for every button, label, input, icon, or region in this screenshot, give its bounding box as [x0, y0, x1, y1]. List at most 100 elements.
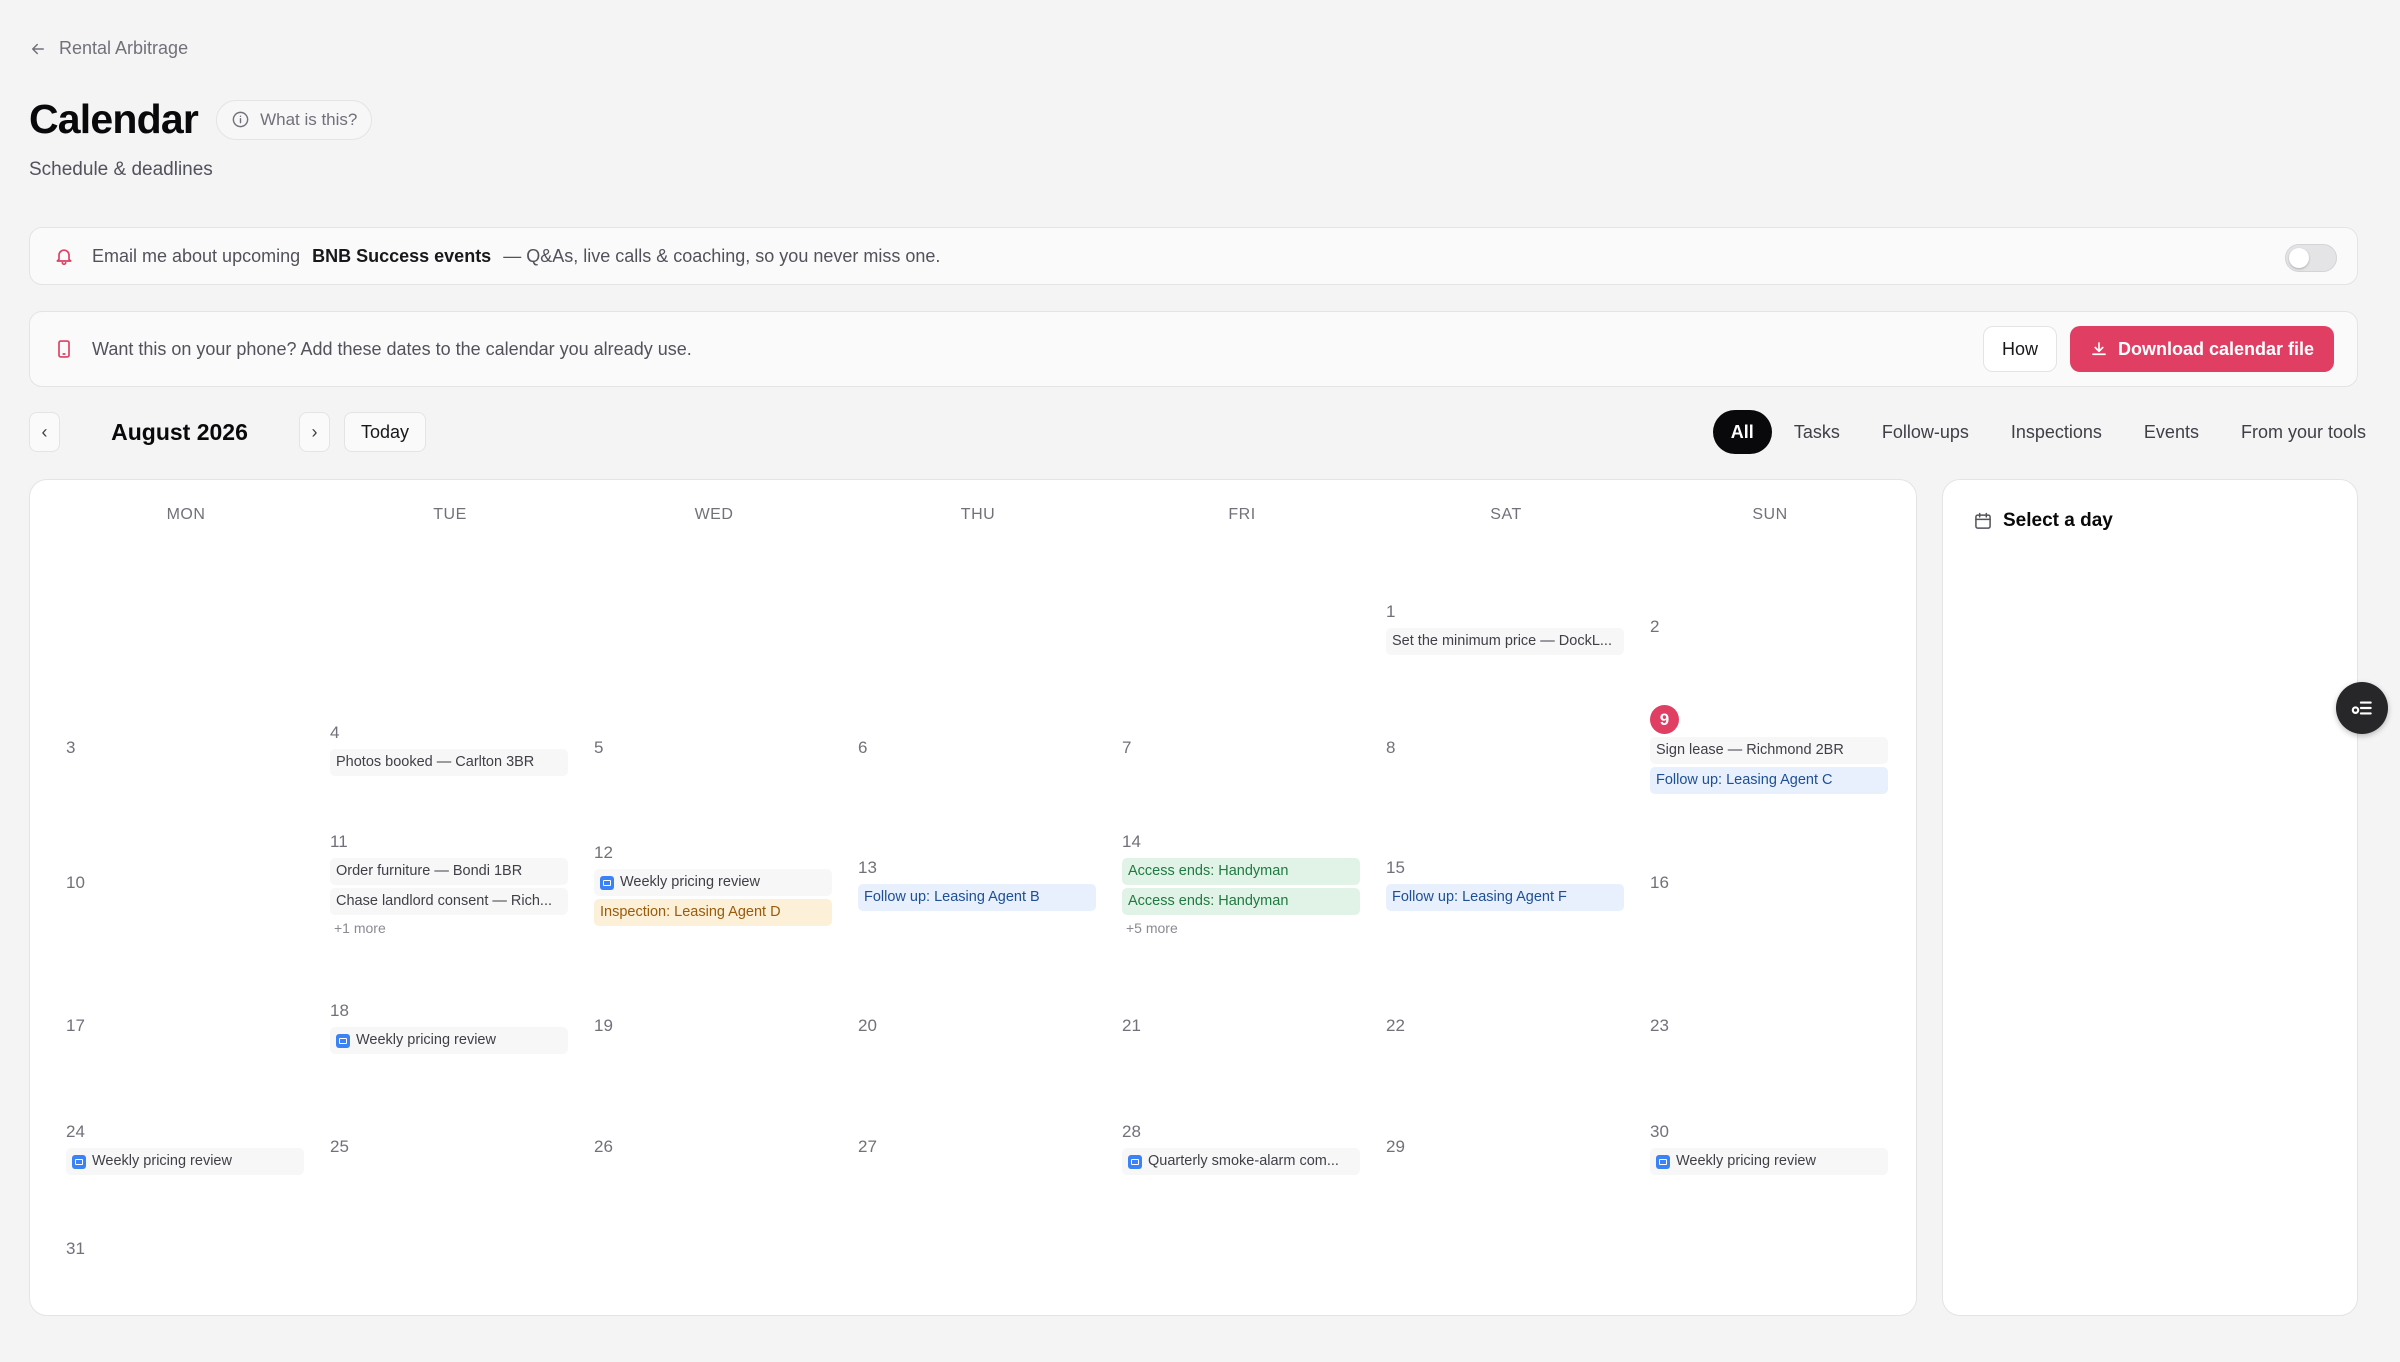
day-cell[interactable]: 14 Access ends: Handyman Access ends: Hand…: [1122, 829, 1386, 936]
next-month-button[interactable]: ›: [299, 412, 330, 452]
day-cell[interactable]: 4 Photos booked — Carlton 3BR: [330, 720, 594, 776]
task-chip[interactable]: Set the minimum price — DockL...: [1386, 628, 1624, 655]
month-label: August 2026: [111, 418, 248, 445]
day-cell[interactable]: 1 Set the minimum price — DockL...: [1386, 599, 1650, 655]
day-number: 16: [1650, 873, 1669, 892]
day-cell[interactable]: 29: [1386, 1134, 1650, 1160]
what-is-this-button[interactable]: What is this?: [216, 99, 373, 140]
access-event-chip[interactable]: Access ends: Handyman: [1122, 888, 1360, 915]
day-cell[interactable]: 10: [66, 870, 330, 896]
day-cell[interactable]: 19: [594, 1013, 858, 1039]
calendar-icon: [1975, 512, 1991, 529]
more-events-link[interactable]: +1 more: [330, 920, 594, 936]
day-number: 25: [330, 1137, 349, 1156]
email-events-toggle[interactable]: [2285, 244, 2337, 272]
filter-tab-follow-ups[interactable]: Follow-ups: [1862, 410, 1989, 454]
day-cell[interactable]: 9 Sign lease — Richmond 2BR Follow up: Lea…: [1650, 705, 1914, 794]
title-row: Calendar What is this?: [29, 96, 373, 143]
day-cell[interactable]: 16: [1650, 870, 1914, 896]
day-number: 26: [594, 1137, 613, 1156]
tool-event-chip[interactable]: Weekly pricing review: [594, 869, 832, 896]
day-cell[interactable]: 5: [594, 735, 858, 761]
task-chip[interactable]: Order furniture — Bondi 1BR: [330, 858, 568, 885]
event-label: Order furniture — Bondi 1BR: [336, 863, 523, 879]
event-label: Weekly pricing review: [92, 1153, 232, 1169]
day-cell[interactable]: 15 Follow up: Leasing Agent F: [1386, 855, 1650, 911]
task-chip[interactable]: Chase landlord consent — Rich...: [330, 888, 568, 915]
phone-icon: [54, 339, 74, 359]
weekday-header: SUN: [1752, 506, 1788, 523]
task-chip[interactable]: Sign lease — Richmond 2BR: [1650, 737, 1888, 764]
day-cell[interactable]: 3: [66, 735, 330, 761]
day-number: 20: [858, 1016, 877, 1035]
day-cell[interactable]: 21: [1122, 1013, 1386, 1039]
event-label: Follow up: Leasing Agent C: [1656, 772, 1833, 788]
tool-event-chip[interactable]: Weekly pricing review: [330, 1027, 568, 1054]
day-cell[interactable]: 13 Follow up: Leasing Agent B: [858, 855, 1122, 911]
more-events-link[interactable]: +5 more: [1122, 920, 1386, 936]
page-title: Calendar: [29, 96, 199, 142]
filter-tab-from-your-tools[interactable]: From your tools: [2221, 410, 2386, 454]
day-cell[interactable]: 26: [594, 1134, 858, 1160]
today-button[interactable]: Today: [344, 412, 427, 452]
day-cell[interactable]: 6: [858, 735, 1122, 761]
event-label: Follow up: Leasing Agent B: [864, 889, 1040, 905]
day-number: 24: [66, 1122, 85, 1141]
tool-sync-icon: [600, 875, 614, 890]
day-number: 28: [1122, 1122, 1141, 1141]
day-cell[interactable]: 11 Order furniture — Bondi 1BR Chase landl…: [330, 829, 594, 936]
day-cell[interactable]: 23: [1650, 1013, 1914, 1039]
inspection-chip[interactable]: Inspection: Leasing Agent D: [594, 899, 832, 926]
event-label: Sign lease — Richmond 2BR: [1656, 742, 1844, 758]
day-number: 15: [1386, 858, 1405, 877]
day-number: 8: [1386, 738, 1396, 757]
floating-menu-button[interactable]: [2336, 682, 2388, 734]
day-cell[interactable]: 18 Weekly pricing review: [330, 998, 594, 1054]
day-number: 4: [330, 723, 340, 742]
day-cell[interactable]: 7: [1122, 735, 1386, 761]
day-number: 23: [1650, 1016, 1669, 1035]
prev-month-button[interactable]: ‹: [29, 412, 60, 452]
day-number: 14: [1122, 832, 1141, 851]
filter-tab-events[interactable]: Events: [2124, 410, 2219, 454]
event-label: Inspection: Leasing Agent D: [600, 904, 781, 920]
tool-event-chip[interactable]: Weekly pricing review: [66, 1148, 304, 1175]
day-cell[interactable]: 22: [1386, 1013, 1650, 1039]
tool-sync-icon: [336, 1033, 350, 1048]
day-cell[interactable]: 12 Weekly pricing review Inspection: Leasi…: [594, 840, 858, 926]
filter-tab-all[interactable]: All: [1712, 410, 1772, 454]
day-number: 11: [330, 832, 348, 851]
task-chip[interactable]: Photos booked — Carlton 3BR: [330, 749, 568, 776]
follow-up-chip[interactable]: Follow up: Leasing Agent B: [858, 884, 1096, 911]
follow-up-chip[interactable]: Follow up: Leasing Agent C: [1650, 767, 1888, 794]
day-number: 19: [594, 1016, 613, 1035]
day-cell[interactable]: 25: [330, 1134, 594, 1160]
event-label: Set the minimum price — DockL...: [1392, 633, 1612, 649]
filter-tab-tasks[interactable]: Tasks: [1774, 410, 1860, 454]
email-events-banner: Email me about upcoming BNB Success even…: [29, 227, 2358, 285]
day-cell[interactable]: 28 Quarterly smoke-alarm com...: [1122, 1119, 1386, 1175]
event-label: Access ends: Handyman: [1128, 863, 1289, 879]
event-label: Weekly pricing review: [356, 1032, 496, 1048]
day-cell[interactable]: 17: [66, 1013, 330, 1039]
weekday-header: WED: [694, 506, 734, 523]
day-cell[interactable]: 31: [66, 1236, 330, 1262]
day-cell[interactable]: 27: [858, 1134, 1122, 1160]
how-button[interactable]: How: [1982, 326, 2057, 372]
download-calendar-button[interactable]: Download calendar file: [2069, 326, 2334, 372]
what-is-this-label: What is this?: [260, 109, 358, 129]
access-event-chip[interactable]: Access ends: Handyman: [1122, 858, 1360, 885]
day-cell[interactable]: 24 Weekly pricing review: [66, 1119, 330, 1175]
day-number: 22: [1386, 1016, 1405, 1035]
day-cell[interactable]: 30 Weekly pricing review: [1650, 1119, 1914, 1175]
filter-tab-inspections[interactable]: Inspections: [1991, 410, 2122, 454]
tool-event-chip[interactable]: Weekly pricing review: [1650, 1148, 1888, 1175]
day-cell[interactable]: 20: [858, 1013, 1122, 1039]
follow-up-chip[interactable]: Follow up: Leasing Agent F: [1386, 884, 1624, 911]
download-icon: [2092, 342, 2106, 356]
tool-event-chip[interactable]: Quarterly smoke-alarm com...: [1122, 1148, 1360, 1175]
day-cell[interactable]: 2: [1650, 614, 1914, 640]
day-cell[interactable]: 8: [1386, 735, 1650, 761]
day-number: 12: [594, 843, 613, 862]
back-link[interactable]: Rental Arbitrage: [29, 38, 188, 59]
